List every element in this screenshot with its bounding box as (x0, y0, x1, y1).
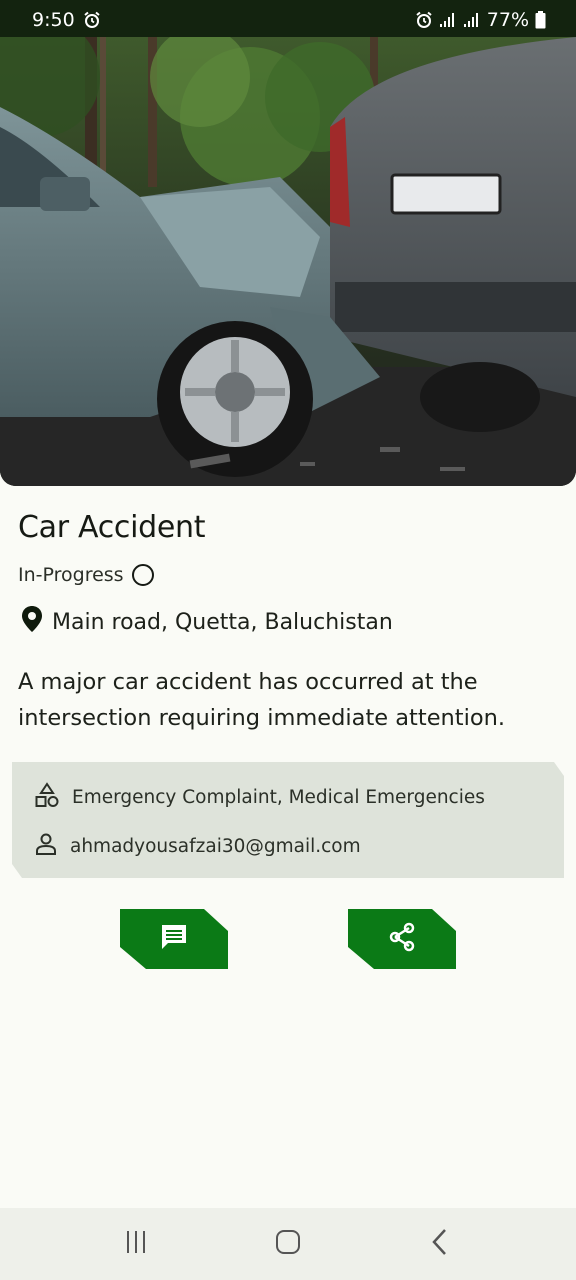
car-accident-photo (0, 37, 576, 486)
incident-title: Car Accident (18, 510, 206, 545)
status-label: In-Progress (18, 564, 124, 586)
incident-location: Main road, Quetta, Baluchistan (20, 605, 393, 639)
signal-icon (463, 12, 481, 28)
person-icon (34, 832, 58, 861)
incident-description: A major car accident has occurred at the… (18, 669, 506, 731)
incident-status: In-Progress (18, 561, 154, 589)
alarm-icon (415, 11, 433, 29)
back-icon (430, 1228, 450, 1261)
battery-percent: 77% (486, 9, 529, 31)
category-icon (34, 782, 60, 813)
comment-icon (159, 922, 189, 957)
share-button[interactable] (348, 909, 456, 969)
recent-apps-icon (123, 1229, 149, 1260)
email-text: ahmadyousafzai30@gmail.com (70, 836, 361, 857)
recent-apps-button[interactable] (106, 1214, 166, 1274)
status-time: 9:50 (32, 9, 75, 31)
incident-detail-screen: 9:50 77% Car Accident In-Progress Main r… (0, 0, 576, 1280)
status-circle-icon (131, 564, 154, 586)
back-button[interactable] (410, 1214, 470, 1274)
status-bar: 9:50 77% (0, 0, 576, 40)
comment-button[interactable] (120, 909, 228, 969)
alarm-icon (83, 11, 101, 29)
home-icon (274, 1228, 302, 1261)
share-icon (387, 922, 417, 957)
category-row: Emergency Complaint, Medical Emergencies (34, 782, 485, 813)
category-text: Emergency Complaint, Medical Emergencies (72, 787, 485, 808)
battery-icon (535, 11, 546, 29)
signal-icon (439, 12, 457, 28)
home-button[interactable] (258, 1214, 318, 1274)
status-right: 77% (415, 9, 546, 31)
location-text: Main road, Quetta, Baluchistan (52, 609, 393, 635)
status-left: 9:50 (32, 9, 101, 31)
info-card: Emergency Complaint, Medical Emergencies… (12, 762, 564, 878)
system-nav-bar (0, 1208, 576, 1280)
hero-image (0, 37, 576, 486)
location-pin-icon (20, 605, 44, 639)
email-row: ahmadyousafzai30@gmail.com (34, 832, 361, 861)
